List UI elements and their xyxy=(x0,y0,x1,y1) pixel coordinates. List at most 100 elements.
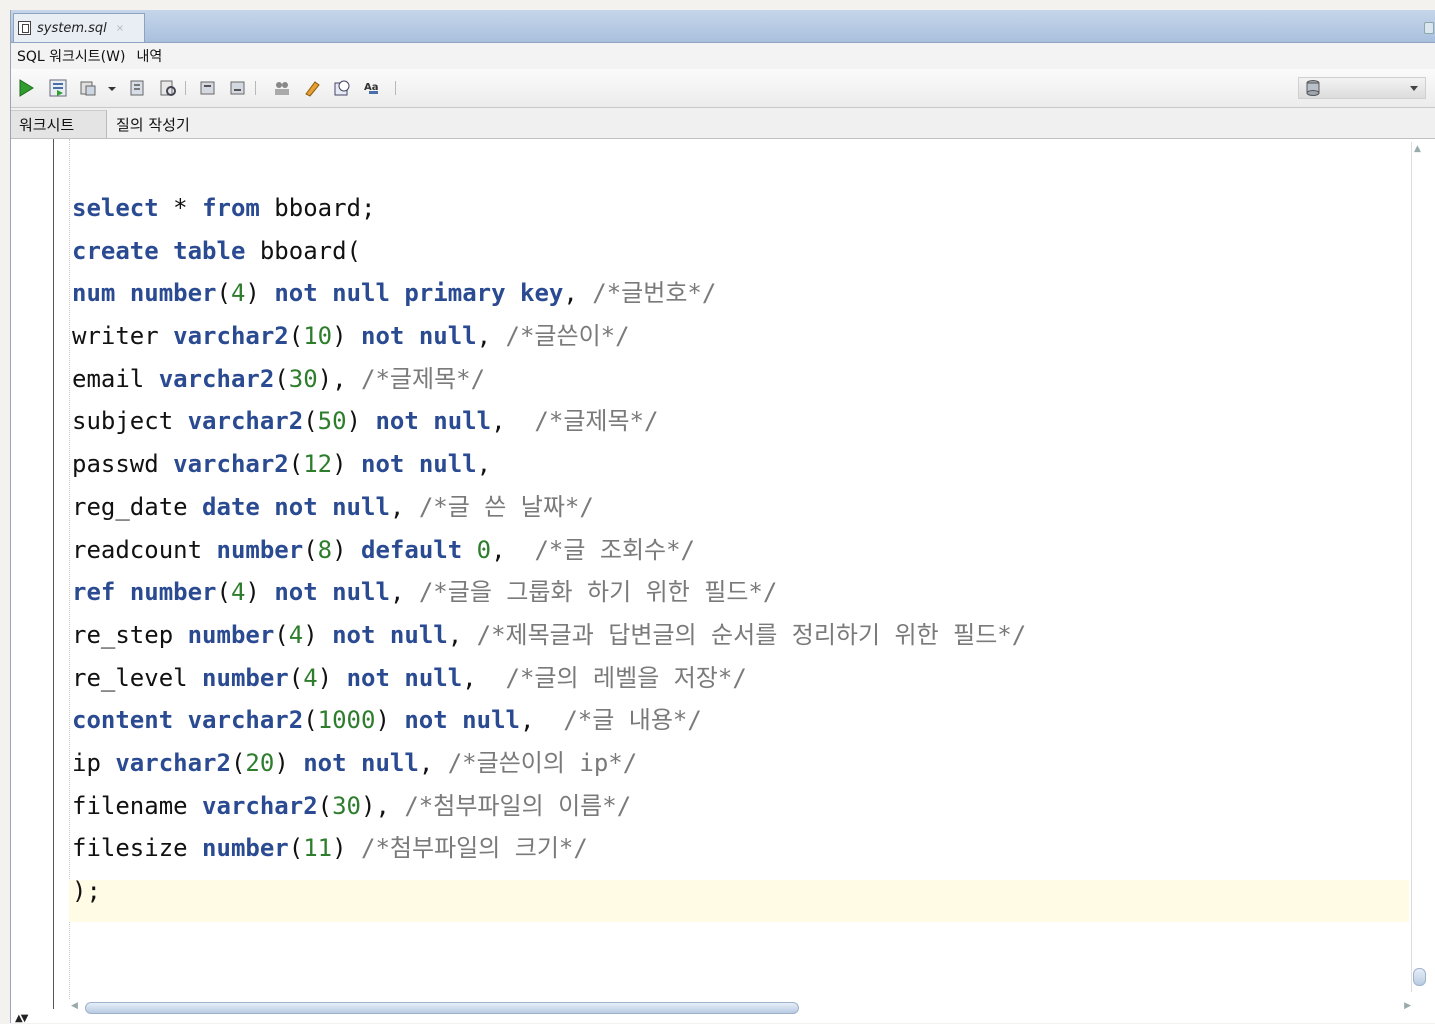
vertical-scrollbar[interactable]: ▲ xyxy=(1411,142,1427,992)
code-text[interactable]: select * from bboard; create table bboard… xyxy=(72,187,1026,913)
clear-icon[interactable] xyxy=(303,79,321,97)
tab-query-builder[interactable]: 질의 작성기 xyxy=(108,110,198,138)
sql-text: filesize xyxy=(72,834,203,863)
sql-keyword: null xyxy=(418,450,477,479)
sql-number: 20 xyxy=(245,748,275,777)
sql-text: ( xyxy=(288,663,304,692)
code-line[interactable]: re_step number(4) not null, /*제목글과 답변글의 … xyxy=(72,614,1026,657)
sql-keyword: not xyxy=(404,706,448,735)
file-tab-system-sql[interactable]: system.sql × xyxy=(13,13,145,42)
code-line[interactable]: reg_date date not null, /*글 쓴 날짜*/ xyxy=(72,486,1026,529)
code-line[interactable]: ); xyxy=(72,870,1026,913)
dropdown-icon[interactable] xyxy=(107,79,117,97)
code-line[interactable]: subject varchar2(50) not null, /*글제목*/ xyxy=(72,400,1026,443)
sql-text: ) xyxy=(332,450,362,479)
code-line[interactable]: create table bboard( xyxy=(72,230,1026,273)
sql-text: re_level xyxy=(72,663,203,692)
sql-text: ( xyxy=(274,364,289,393)
code-line[interactable]: re_level number(4) not null, /*글의 레벨을 저장… xyxy=(72,657,1026,700)
sql-text: ) xyxy=(274,748,304,777)
sql-text: , xyxy=(476,450,492,479)
sql-text: ) xyxy=(346,407,376,436)
code-line[interactable]: ip varchar2(20) not null, /*글쓴이의 ip*/ xyxy=(72,742,1026,785)
rollback-icon[interactable] xyxy=(229,79,247,97)
sql-text: ), xyxy=(317,364,362,393)
horizontal-scrollbar[interactable]: ◀ ▶ xyxy=(71,1000,1411,1016)
sql-text: ( xyxy=(288,834,304,863)
line-gutter xyxy=(11,139,54,1009)
sql-comment: /*글 조회수*/ xyxy=(534,535,696,564)
tab-worksheet[interactable]: 워크시트 xyxy=(11,110,107,138)
close-tab-icon[interactable]: × xyxy=(116,23,124,34)
sql-keyword: varchar2 xyxy=(115,748,231,777)
autotrace-icon[interactable] xyxy=(79,79,97,97)
sql-text: ); xyxy=(72,877,101,905)
sql-keyword: not xyxy=(274,578,318,607)
commit-icon[interactable] xyxy=(199,79,217,97)
code-line[interactable]: filename varchar2(30), /*첨부파일의 이름*/ xyxy=(72,785,1026,828)
connection-selector[interactable] xyxy=(1298,77,1426,99)
sql-text: , xyxy=(519,706,564,735)
sql-keyword: not xyxy=(346,663,390,692)
menu-history[interactable]: 내역 xyxy=(130,46,167,66)
sql-text: passwd xyxy=(72,450,174,479)
code-line[interactable]: select * from bboard; xyxy=(72,187,1026,230)
run-script-icon[interactable] xyxy=(49,79,67,97)
format-icon[interactable]: Aa xyxy=(363,79,381,97)
sql-keyword: null xyxy=(332,279,390,308)
sql-keyword: varchar2 xyxy=(173,322,289,351)
code-line[interactable]: filesize number(11) /*첨부파일의 크기*/ xyxy=(72,827,1026,870)
sql-text: ( xyxy=(216,578,231,607)
sql-comment: /*글의 레벨을 저장*/ xyxy=(505,663,747,692)
sql-keyword: null xyxy=(462,706,520,735)
sql-keyword: null xyxy=(361,748,419,777)
sql-keyword: select xyxy=(72,194,159,222)
code-line[interactable]: readcount number(8) default 0, /*글 조회수*/ xyxy=(72,529,1026,572)
scroll-right-icon[interactable]: ▶ xyxy=(1404,1001,1411,1011)
sql-text: * xyxy=(158,194,203,222)
sql-tuning-icon[interactable] xyxy=(159,79,177,97)
scroll-up-icon[interactable]: ▲ xyxy=(1414,144,1421,154)
sql-text: bboard( xyxy=(245,236,361,265)
sql-keyword: number xyxy=(187,620,275,649)
sql-text: ( xyxy=(303,407,318,436)
sql-text: ) xyxy=(375,706,405,735)
sql-text: ( xyxy=(317,791,333,820)
sql-keyword: not xyxy=(375,407,419,436)
code-line[interactable]: writer varchar2(10) not null, /*글쓴이*/ xyxy=(72,315,1026,358)
vertical-scroll-thumb[interactable] xyxy=(1413,968,1426,986)
code-line[interactable]: email varchar2(30), /*글제목*/ xyxy=(72,358,1026,401)
scroll-left-icon[interactable]: ◀ xyxy=(71,1001,78,1011)
code-line[interactable]: passwd varchar2(12) not null, xyxy=(72,443,1026,486)
editor-tab-bar: system.sql × xyxy=(11,10,1435,43)
sql-keyword: number xyxy=(202,663,289,692)
menu-sql-worksheet[interactable]: SQL 워크시트(W) xyxy=(11,46,130,66)
code-line[interactable]: num number(4) not null primary key, /*글번… xyxy=(72,272,1026,315)
explain-plan-icon[interactable] xyxy=(129,79,147,97)
restore-window-icon[interactable] xyxy=(1424,22,1434,34)
run-statement-icon[interactable] xyxy=(17,79,35,97)
unshared-worksheet-icon[interactable] xyxy=(273,79,291,97)
code-line[interactable]: content varchar2(1000) not null, /*글 내용*… xyxy=(72,699,1026,742)
worksheet-subtabs: 워크시트 질의 작성기 xyxy=(11,108,1435,139)
sql-number: 50 xyxy=(317,407,347,436)
sql-text: writer xyxy=(72,322,174,351)
sql-keyword: from xyxy=(202,194,260,222)
sql-text: , xyxy=(447,620,477,649)
database-icon xyxy=(1306,80,1320,96)
sql-history-icon[interactable] xyxy=(333,79,351,97)
sql-number: 4 xyxy=(288,620,304,649)
sql-text: ) xyxy=(332,535,362,564)
sql-comment: /*글을 그룹화 하기 위한 필드*/ xyxy=(418,578,778,607)
sql-code-editor[interactable]: select * from bboard; create table bboard… xyxy=(11,139,1435,1009)
split-toggle-icon[interactable]: ▲▼ xyxy=(15,1013,28,1024)
code-line[interactable]: ref number(4) not null, /*글을 그룹화 하기 위한 필… xyxy=(72,571,1026,614)
horizontal-scroll-thumb[interactable] xyxy=(85,1002,799,1014)
sql-comment: /*첨부파일의 크기*/ xyxy=(361,834,588,863)
sql-keyword: table xyxy=(173,236,246,265)
sql-text: ) xyxy=(332,834,362,863)
